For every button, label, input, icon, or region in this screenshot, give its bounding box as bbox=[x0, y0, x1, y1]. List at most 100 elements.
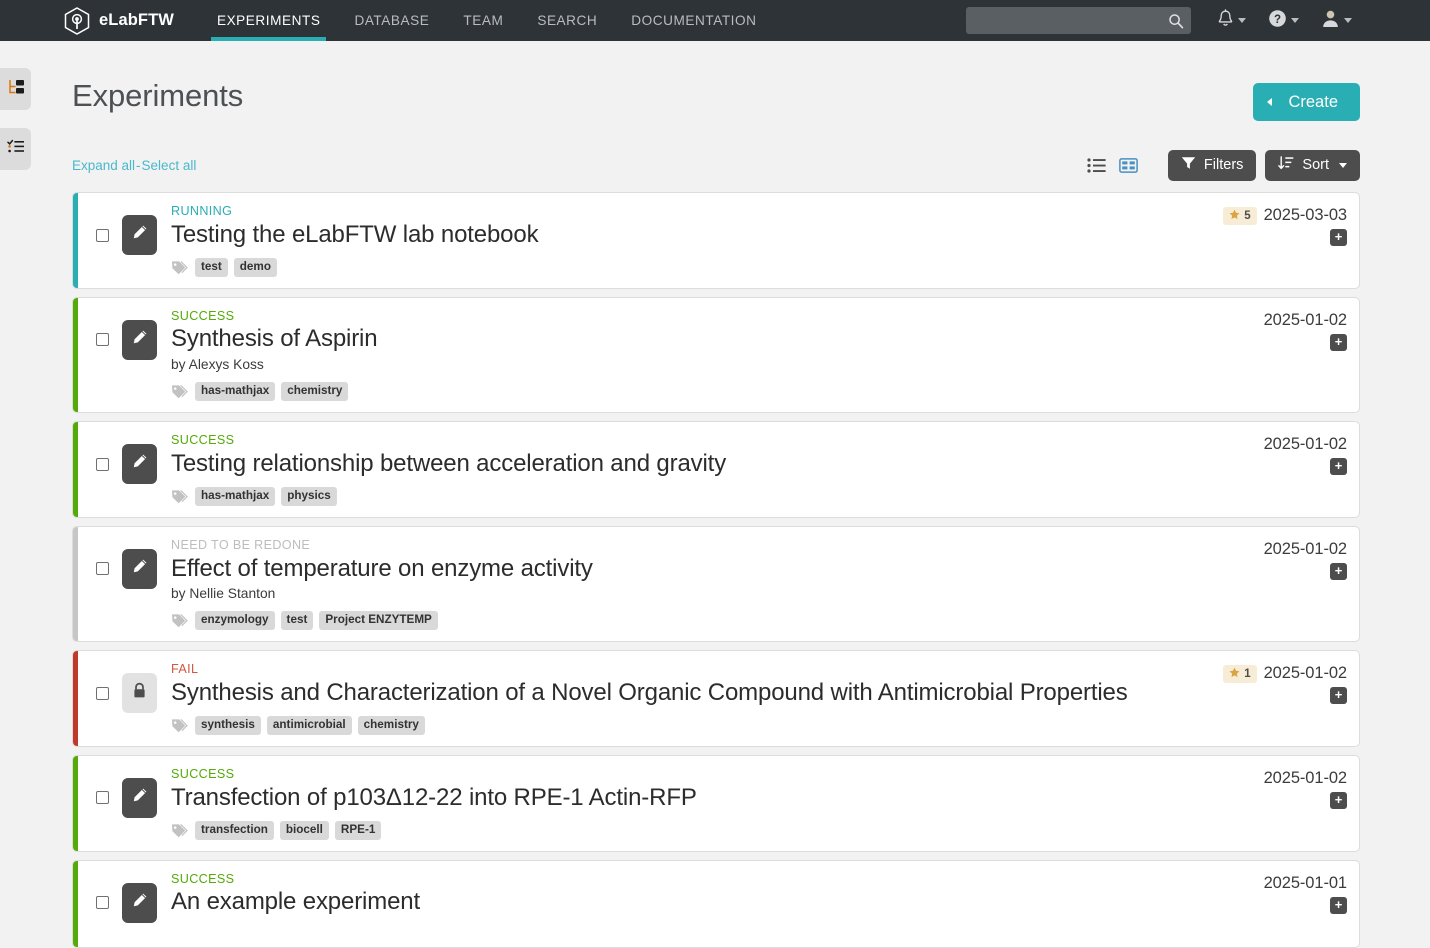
tag-chip[interactable]: physics bbox=[281, 486, 337, 506]
expand-entry-button[interactable]: + bbox=[1330, 333, 1347, 351]
edit-icon-button[interactable] bbox=[122, 215, 157, 255]
experiment-status: SUCCESS bbox=[171, 766, 235, 781]
experiment-checkbox[interactable] bbox=[96, 228, 109, 242]
svg-text:?: ? bbox=[1274, 14, 1281, 26]
status-color-bar bbox=[73, 755, 78, 851]
tag-icon bbox=[171, 489, 188, 504]
lock-icon-button[interactable] bbox=[122, 673, 157, 714]
list-toolbar: Expand all-Select all Filters Sort bbox=[72, 149, 1360, 181]
search-input[interactable] bbox=[966, 7, 1191, 34]
nav-database[interactable]: DATABASE bbox=[337, 0, 446, 41]
tag-chip[interactable]: chemistry bbox=[281, 382, 349, 402]
experiment-checkbox[interactable] bbox=[96, 896, 109, 910]
experiment-title[interactable]: Synthesis and Characterization of a Nove… bbox=[171, 678, 1209, 709]
pencil-icon bbox=[131, 892, 148, 914]
bulk-action-links: Expand all-Select all bbox=[72, 158, 196, 173]
tag-chip[interactable]: biocell bbox=[279, 820, 329, 840]
quick-search-box[interactable] bbox=[966, 7, 1191, 34]
rating-badge: 1 bbox=[1223, 664, 1257, 683]
list-view-icon[interactable] bbox=[1085, 153, 1109, 177]
tag-chip[interactable]: chemistry bbox=[357, 715, 425, 735]
experiment-checkbox[interactable] bbox=[96, 457, 109, 471]
nav-search[interactable]: SEARCH bbox=[520, 0, 614, 41]
experiment-checkbox[interactable] bbox=[96, 562, 109, 576]
expand-entry-button[interactable]: + bbox=[1330, 458, 1347, 476]
experiment-card[interactable]: SUCCESS An example experiment 2025-01-01 + bbox=[72, 859, 1360, 948]
brand-home-link[interactable]: eLabFTW bbox=[64, 6, 174, 35]
edit-icon-button[interactable] bbox=[122, 548, 157, 589]
tag-chip[interactable]: test bbox=[195, 257, 228, 277]
notifications-menu[interactable] bbox=[1217, 8, 1246, 33]
grid-view-icon[interactable] bbox=[1117, 153, 1141, 177]
tag-row: has-mathjax physics bbox=[171, 486, 1250, 506]
experiment-list: RUNNING Testing the eLabFTW lab notebook t… bbox=[72, 192, 1360, 948]
sort-button[interactable]: Sort bbox=[1265, 149, 1360, 181]
pencil-icon bbox=[131, 558, 148, 580]
nav-team[interactable]: TEAM bbox=[446, 0, 520, 41]
experiment-title[interactable]: Testing the eLabFTW lab notebook bbox=[171, 220, 1209, 251]
experiment-author: by Nellie Stanton bbox=[171, 586, 276, 602]
search-icon[interactable] bbox=[1168, 13, 1184, 29]
experiment-status: SUCCESS bbox=[171, 433, 235, 448]
experiment-card[interactable]: SUCCESS Transfection of p103Δ12-22 into R… bbox=[72, 754, 1360, 852]
create-button[interactable]: Create bbox=[1253, 83, 1360, 121]
experiment-title[interactable]: Transfection of p103Δ12-22 into RPE-1 Ac… bbox=[171, 783, 1250, 814]
experiment-checkbox[interactable] bbox=[96, 686, 109, 700]
funnel-icon bbox=[1181, 156, 1196, 174]
status-color-bar bbox=[73, 860, 78, 947]
chevron-down-icon bbox=[1291, 18, 1299, 23]
help-icon: ? bbox=[1268, 9, 1287, 33]
edit-icon-button[interactable] bbox=[122, 444, 157, 485]
expand-all-link[interactable]: Expand all bbox=[72, 158, 135, 173]
status-color-bar bbox=[73, 526, 78, 642]
tag-chip[interactable]: demo bbox=[233, 257, 277, 277]
chevron-down-icon bbox=[1238, 18, 1246, 23]
tag-chip[interactable]: test bbox=[280, 611, 314, 631]
tag-chip[interactable]: Project ENZYTEMP bbox=[319, 611, 438, 631]
sort-button-label: Sort bbox=[1302, 157, 1329, 173]
tag-chip[interactable]: synthesis bbox=[195, 715, 261, 735]
experiment-title[interactable]: An example experiment bbox=[171, 887, 1250, 918]
user-menu[interactable] bbox=[1321, 9, 1352, 33]
experiment-card[interactable]: RUNNING Testing the eLabFTW lab notebook t… bbox=[72, 192, 1360, 289]
nav-experiments[interactable]: EXPERIMENTS bbox=[200, 0, 338, 41]
edit-icon-button[interactable] bbox=[122, 319, 157, 360]
status-color-bar bbox=[73, 297, 78, 413]
tag-chip[interactable]: has-mathjax bbox=[195, 486, 276, 506]
sidebar-toggle-tree[interactable] bbox=[0, 68, 31, 110]
tag-chip[interactable]: antimicrobial bbox=[266, 715, 352, 735]
expand-entry-button[interactable]: + bbox=[1330, 687, 1347, 705]
experiment-card[interactable]: NEED TO BE REDONE Effect of temperature o… bbox=[72, 525, 1360, 643]
expand-entry-button[interactable]: + bbox=[1330, 229, 1347, 246]
expand-entry-button[interactable]: + bbox=[1330, 791, 1347, 809]
sidebar-toggle-todo[interactable] bbox=[0, 128, 31, 170]
help-menu[interactable]: ? bbox=[1268, 9, 1299, 33]
select-all-link[interactable]: Select all bbox=[142, 158, 197, 173]
experiment-title[interactable]: Synthesis of Aspirin bbox=[171, 324, 1250, 355]
top-navbar: eLabFTW EXPERIMENTS DATABASE TEAM SEARCH… bbox=[0, 0, 1430, 41]
experiment-checkbox[interactable] bbox=[96, 333, 109, 347]
experiment-status: NEED TO BE REDONE bbox=[171, 537, 311, 552]
tag-chip[interactable]: enzymology bbox=[195, 611, 275, 631]
user-icon bbox=[1321, 9, 1340, 33]
filters-button[interactable]: Filters bbox=[1167, 149, 1257, 181]
tag-row: synthesis antimicrobial chemistry bbox=[171, 715, 1209, 735]
chevron-down-icon bbox=[1344, 18, 1352, 23]
tag-chip[interactable]: has-mathjax bbox=[195, 382, 276, 402]
edit-icon-button[interactable] bbox=[122, 882, 157, 923]
nav-documentation[interactable]: DOCUMENTATION bbox=[614, 0, 773, 41]
tag-chip[interactable]: transfection bbox=[195, 820, 274, 840]
experiment-checkbox[interactable] bbox=[96, 791, 109, 805]
experiment-title[interactable]: Testing relationship between acceleratio… bbox=[171, 449, 1250, 480]
elabftw-logo-icon bbox=[64, 6, 90, 35]
experiment-card[interactable]: FAIL Synthesis and Characterization of a … bbox=[72, 650, 1360, 747]
experiment-card[interactable]: SUCCESS Testing relationship between acce… bbox=[72, 421, 1360, 518]
edit-icon-button[interactable] bbox=[122, 777, 157, 818]
tag-icon bbox=[171, 613, 188, 628]
filters-button-label: Filters bbox=[1203, 157, 1244, 173]
expand-entry-button[interactable]: + bbox=[1330, 562, 1347, 580]
experiment-title[interactable]: Effect of temperature on enzyme activity bbox=[171, 554, 1250, 585]
experiment-card[interactable]: SUCCESS Synthesis of Aspirin by Alexys Kos… bbox=[72, 296, 1360, 414]
expand-entry-button[interactable]: + bbox=[1330, 896, 1347, 914]
tag-chip[interactable]: RPE-1 bbox=[334, 820, 382, 840]
